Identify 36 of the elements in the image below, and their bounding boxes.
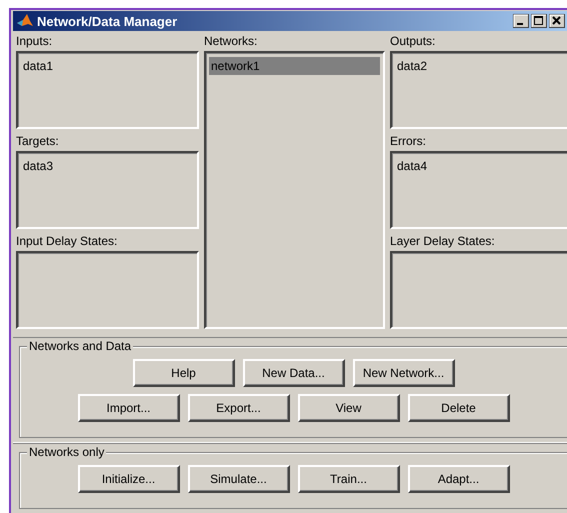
maximize-icon[interactable] [531,14,547,28]
action-button[interactable]: Train... [298,465,400,493]
list-item[interactable]: network1 [209,57,380,75]
list-label: Networks: [204,34,258,50]
list-label: Inputs: [16,34,52,50]
app-logo-icon [16,13,34,29]
list-item[interactable]: data4 [395,157,567,175]
group-title: Networks only [27,444,106,460]
list-label: Layer Delay States: [390,234,495,250]
list-item[interactable]: data3 [21,157,194,175]
list-label: Outputs: [390,34,436,50]
window-title: Network/Data Manager [37,14,178,28]
list-box[interactable]: network1 [204,51,385,329]
list-box[interactable]: data4 [390,151,567,229]
list-item[interactable]: data2 [395,57,567,75]
list-box[interactable]: data1 [16,51,199,129]
action-button[interactable]: Simulate... [188,465,290,493]
list-box[interactable]: data2 [390,51,567,129]
action-button[interactable]: Adapt... [408,465,510,493]
list-box[interactable] [390,251,567,329]
list-label: Input Delay States: [16,234,118,250]
list-item[interactable]: data1 [21,57,194,75]
action-button[interactable]: Import... [78,394,180,422]
close-icon[interactable] [549,14,565,28]
list-box[interactable]: data3 [16,151,199,229]
action-button[interactable]: Export... [188,394,290,422]
list-box[interactable] [16,251,199,329]
action-button[interactable]: Help [132,359,234,387]
list-label: Errors: [390,134,426,150]
action-button[interactable]: View [298,394,400,422]
minimize-icon[interactable] [513,14,529,28]
action-button[interactable]: Delete [408,394,510,422]
action-button[interactable]: New Data... [242,359,344,387]
action-button[interactable]: Initialize... [78,465,180,493]
list-label: Targets: [16,134,59,150]
action-button[interactable]: New Network... [352,359,454,387]
